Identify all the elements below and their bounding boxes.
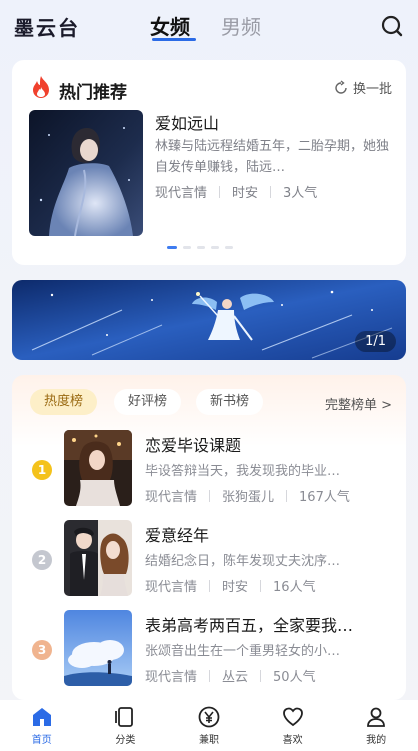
chip-rating-rank[interactable]: 好评榜	[114, 389, 182, 415]
top-header: 墨云台 女频 男频	[0, 0, 418, 50]
carousel-indicator	[167, 246, 233, 249]
book-cover-image	[64, 610, 132, 686]
book-description: 张颂音出生在一个重男轻女的小…	[145, 644, 341, 659]
book-popularity: 16人气	[273, 580, 316, 595]
book-popularity: 50人气	[273, 670, 316, 685]
book-title: 表弟高考两百五，全家要我…	[145, 616, 354, 635]
book-cover-image	[64, 430, 132, 506]
refresh-label: 换一批	[352, 82, 392, 97]
book-author: 丛云	[222, 670, 249, 685]
carousel-dot	[167, 246, 177, 249]
book-cover-image	[29, 110, 143, 236]
nav-parttime[interactable]: 兼职	[167, 700, 251, 751]
book-genre: 现代言情	[145, 580, 198, 595]
tab-male[interactable]: 男频	[221, 11, 261, 40]
nav-category[interactable]: 分类	[84, 700, 168, 751]
book-meta: 现代言情 时安 16人气	[145, 576, 316, 595]
meta-divider	[209, 669, 211, 682]
rank-number-badge: 1	[32, 460, 52, 480]
nav-home[interactable]: 首页	[0, 700, 84, 751]
book-title[interactable]: 爱如远山	[155, 110, 219, 134]
book-cover-image	[64, 520, 132, 596]
book-author: 时安	[232, 186, 259, 201]
book-cover	[64, 610, 132, 686]
refresh-icon	[335, 79, 347, 94]
rank-list-item[interactable]: 3 表弟高考两百五，全家要我… 张颂音出生在一个重男轻女的小… 现代言情 丛云 …	[12, 610, 406, 692]
nav-favorites-label: 喜欢	[282, 735, 303, 746]
yen-icon	[198, 706, 220, 728]
rank-number-badge: 3	[32, 640, 52, 660]
book-popularity: 3人气	[283, 186, 318, 201]
category-icon	[115, 707, 134, 727]
book-meta: 现代言情 张狗蛋儿 167人气	[145, 486, 350, 505]
nav-parttime-label: 兼职	[198, 735, 219, 746]
nav-category-label: 分类	[115, 735, 136, 746]
rank-number-badge: 2	[32, 550, 52, 570]
book-author: 时安	[222, 580, 249, 595]
book-author: 张狗蛋儿	[222, 490, 275, 505]
nav-profile[interactable]: 我的	[334, 700, 418, 751]
refresh-button[interactable]: 换一批	[333, 78, 392, 97]
profile-icon	[367, 707, 386, 727]
bottom-navigation: 首页 分类 兼职 喜欢 我的	[0, 700, 418, 751]
banner-image	[12, 280, 406, 360]
fire-icon	[33, 76, 49, 98]
book-cover	[64, 520, 132, 596]
meta-divider	[209, 489, 211, 502]
meta-divider	[270, 185, 272, 198]
book-meta: 现代言情 时安 3人气	[155, 182, 317, 201]
rank-list-item[interactable]: 1 恋爱毕设课题 毕设答辩当天，我发现我的毕业… 现代言情 张狗蛋儿 167人气	[12, 430, 406, 512]
meta-divider	[260, 669, 262, 682]
book-genre: 现代言情	[155, 186, 208, 201]
book-cover[interactable]	[29, 110, 143, 236]
book-popularity: 167人气	[299, 490, 350, 505]
nav-profile-label: 我的	[366, 735, 387, 746]
meta-divider	[286, 489, 288, 502]
book-description: 毕设答辩当天，我发现我的毕业…	[145, 464, 341, 479]
meta-divider	[219, 185, 221, 198]
nav-favorites[interactable]: 喜欢	[251, 700, 335, 751]
book-title: 爱意经年	[145, 526, 210, 545]
carousel-dot	[225, 246, 233, 249]
carousel-dot	[197, 246, 205, 249]
promo-banner[interactable]: 1/1	[12, 280, 406, 360]
book-title: 恋爱毕设课题	[145, 436, 242, 455]
book-genre: 现代言情	[145, 490, 198, 505]
tab-female[interactable]: 女频	[150, 11, 190, 40]
book-description: 结婚纪念日，陈年发现丈夫沈序…	[145, 554, 341, 569]
book-description: 林臻与陆远程结婚五年，二胎孕期，她独自发传单赚钱，陆远…	[155, 139, 390, 175]
app-name: 墨云台	[14, 16, 80, 40]
search-icon	[381, 15, 403, 37]
meta-divider	[209, 579, 211, 592]
full-list-link[interactable]: 完整榜单 >	[325, 394, 392, 413]
book-cover	[64, 430, 132, 506]
home-icon	[32, 708, 51, 726]
banner-page-counter: 1/1	[355, 331, 396, 352]
nav-home-label: 首页	[31, 735, 52, 746]
ranking-card: 热度榜 好评榜 新书榜 完整榜单 > 1 恋爱毕设课题 毕设答辩当天，我发现我的…	[12, 375, 406, 700]
meta-divider	[260, 579, 262, 592]
hot-section-title: 热门推荐	[59, 83, 127, 103]
active-tab-indicator	[152, 38, 196, 41]
carousel-dot	[183, 246, 191, 249]
book-genre: 现代言情	[145, 670, 198, 685]
search-button[interactable]	[378, 12, 406, 40]
book-meta: 现代言情 丛云 50人气	[145, 666, 316, 685]
heart-icon	[282, 707, 303, 727]
carousel-dot	[211, 246, 219, 249]
rank-list-item[interactable]: 2 爱意经年 结婚纪念日，陈年发现丈夫沈序… 现代言情 时安 16人气	[12, 520, 406, 602]
chip-new-rank[interactable]: 新书榜	[196, 389, 264, 415]
chip-hot-rank[interactable]: 热度榜	[30, 389, 98, 415]
hot-recommend-card: 热门推荐 换一批 爱如远山 林臻与陆远程结婚五年，二胎孕期，她独自发传单赚钱，陆…	[12, 60, 406, 265]
